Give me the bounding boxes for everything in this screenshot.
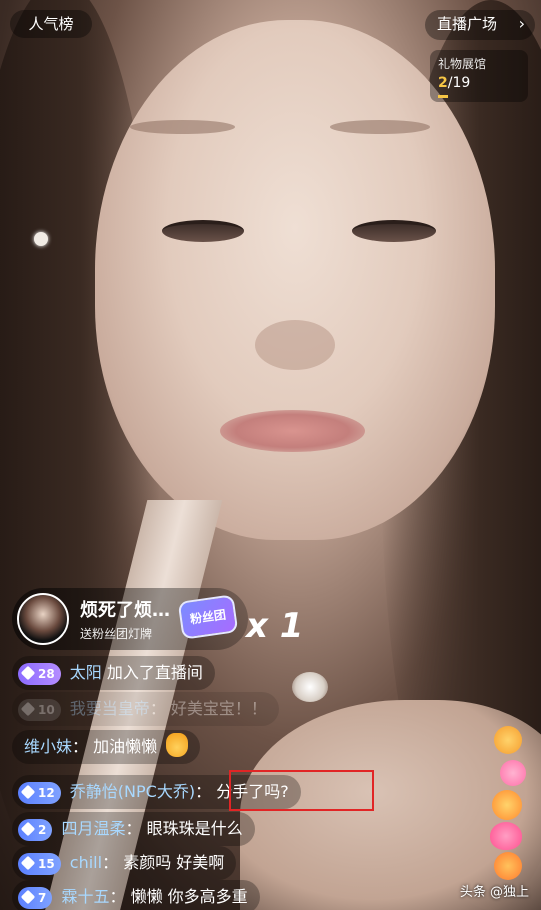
user-level-badge: 12: [18, 781, 61, 804]
lips: [220, 410, 365, 452]
gem-icon: [20, 821, 36, 836]
user-level-badge: 28: [18, 662, 61, 685]
chat-text: 素颜吗 好美啊: [123, 853, 225, 872]
chat-separator: ：: [109, 887, 126, 906]
user-level: 28: [38, 666, 55, 681]
left-eye: [162, 220, 244, 242]
highlight-box: [229, 770, 374, 811]
chat-separator: ：: [72, 737, 89, 756]
nose: [255, 320, 335, 370]
gem-icon: [20, 889, 36, 904]
gem-icon: [20, 855, 36, 870]
chat-message[interactable]: 2 四月温柔： 眼珠珠是什么: [12, 812, 255, 846]
chat-separator: ：: [102, 853, 119, 872]
gem-icon: [20, 701, 36, 716]
heart-reaction-icon: [490, 822, 522, 850]
flower-reaction-icon: [500, 760, 526, 786]
chat-text: 加油懒懒: [93, 737, 158, 756]
gift-sender-name: 烦死了烦…: [80, 600, 170, 621]
avatar[interactable]: [17, 593, 69, 645]
gift-hall-widget[interactable]: 礼物展馆 2/19: [430, 50, 528, 102]
chat-message[interactable]: 10 我要当皇帝： 好美宝宝！！: [12, 692, 279, 726]
necklace: [292, 672, 328, 702]
gem-icon: [20, 784, 36, 799]
left-eyebrow: [130, 120, 235, 134]
popularity-rank-label: 人气榜: [28, 15, 74, 33]
gift-hall-total: /19: [447, 75, 471, 91]
popularity-rank-button[interactable]: 人气榜: [10, 10, 92, 38]
gift-hall-title: 礼物展馆: [438, 57, 487, 71]
right-eyebrow: [330, 120, 430, 134]
chat-message[interactable]: 28 太阳 加入了直播间: [12, 656, 215, 690]
user-level-badge: 7: [18, 886, 53, 909]
gift-description: 送粉丝团灯牌: [80, 627, 153, 641]
user-level: 10: [38, 702, 55, 717]
flame-reaction-icon: [492, 790, 522, 820]
gift-hall-current: 2: [438, 75, 448, 91]
user-level: 12: [38, 785, 55, 800]
earring: [34, 232, 48, 246]
chat-text: 好美宝宝！！: [170, 699, 267, 718]
chat-username[interactable]: chill: [70, 853, 102, 872]
gift-hall-count: 2/19: [438, 75, 520, 91]
live-plaza-label: 直播广场: [437, 15, 498, 33]
flame-reaction-icon: [494, 852, 522, 880]
fan-club-badge-label: 粉丝团: [189, 607, 227, 627]
chat-username[interactable]: 霖十五: [61, 887, 109, 906]
chat-text: 懒懒 你多高多重: [130, 887, 248, 906]
chat-username[interactable]: 我要当皇帝: [70, 699, 150, 718]
chat-username[interactable]: 乔静怡(NPC大乔): [70, 782, 195, 801]
chat-separator: ：: [195, 782, 212, 801]
chat-message[interactable]: 15 chill： 素颜吗 好美啊: [12, 846, 237, 880]
fan-club-badge-icon: 粉丝团: [177, 594, 239, 640]
watermark: 头条 @独上: [459, 885, 529, 900]
chat-username[interactable]: 太阳: [70, 663, 102, 682]
chat-text: 眼珠珠是什么: [146, 819, 243, 838]
chevron-right-icon: ›: [518, 14, 525, 33]
user-level: 2: [38, 822, 47, 837]
user-level-badge: 10: [18, 698, 61, 721]
chat-text: 加入了直播间: [106, 663, 203, 682]
star-reaction-icon: [494, 726, 522, 754]
user-level: 7: [38, 890, 47, 905]
user-level-badge: 2: [18, 818, 53, 841]
hand-heart-icon: [166, 733, 189, 757]
user-level-badge: 15: [18, 852, 61, 875]
chat-separator: ：: [149, 699, 166, 718]
right-eye: [352, 220, 436, 242]
gem-icon: [20, 665, 36, 680]
user-level: 15: [38, 856, 55, 871]
gift-hall-progress-bar: [438, 95, 448, 98]
chat-separator: ：: [125, 819, 142, 838]
chat-message[interactable]: 维小妹： 加油懒懒: [12, 730, 201, 764]
chat-message[interactable]: 7 霖十五： 懒懒 你多高多重: [12, 880, 260, 910]
chat-username[interactable]: 四月温柔: [61, 819, 125, 838]
gift-multiplier: x 1: [246, 606, 304, 646]
chat-username[interactable]: 维小妹: [24, 737, 72, 756]
live-plaza-button[interactable]: 直播广场 ›: [425, 10, 535, 40]
